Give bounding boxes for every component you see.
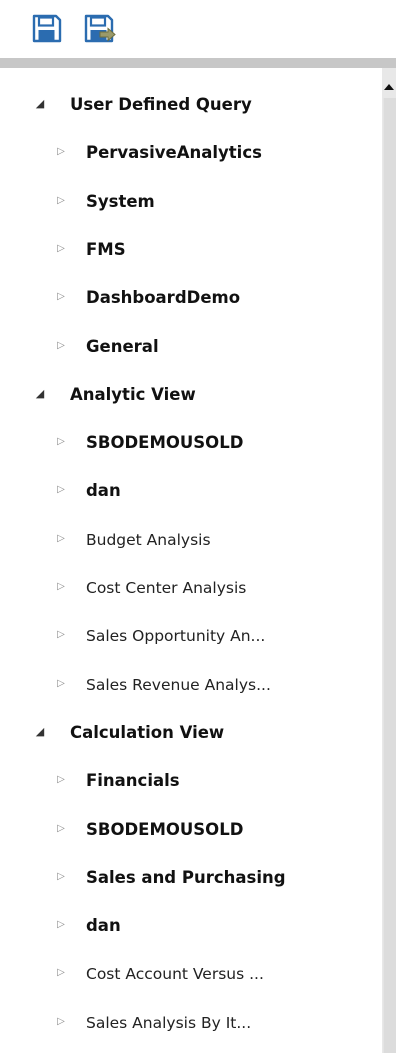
- tree-node-label: Financials: [86, 771, 180, 791]
- collapsed-arrow-icon[interactable]: ▷: [55, 338, 67, 354]
- collapsed-arrow-icon[interactable]: ▷: [55, 434, 67, 450]
- tree-node-item[interactable]: ▷ dan: [0, 470, 382, 514]
- tree-node-section[interactable]: ◢ User Defined Query: [0, 84, 382, 128]
- query-browser-panel: ◢ User Defined Query ▷ PervasiveAnalytics ▷ S…: [0, 0, 396, 1053]
- tree-node-item[interactable]: ▷ Financials: [0, 760, 382, 804]
- save-button[interactable]: [32, 13, 62, 43]
- tree-node-item[interactable]: ▷ System: [0, 181, 382, 225]
- tree-node-item[interactable]: ▷ DashboardDemo: [0, 277, 382, 321]
- tree-node-item[interactable]: ▷ FMS: [0, 229, 382, 273]
- tree-node-label: FMS: [86, 239, 126, 259]
- collapsed-arrow-icon[interactable]: ▷: [55, 289, 67, 305]
- tree-node-item[interactable]: ▷ Budget Analysis: [0, 519, 382, 563]
- tree-node-item[interactable]: ▷ Cost Center Analysis: [0, 567, 382, 611]
- tree-node-label: PervasiveAnalytics: [86, 143, 262, 163]
- scroll-up-button[interactable]: [382, 78, 396, 96]
- tree-node-label: Sales Revenue Analys...: [86, 675, 271, 694]
- tree-node-label: Sales and Purchasing: [86, 867, 286, 887]
- tree-node-item[interactable]: ▷ General: [0, 326, 382, 370]
- collapsed-arrow-icon[interactable]: ▷: [55, 531, 67, 547]
- tree-node-label: Calculation View: [70, 722, 225, 742]
- tree-node-label: SBODEMOUSOLD: [86, 433, 244, 453]
- toolbar: [0, 0, 396, 56]
- tree-node-label: System: [86, 191, 155, 211]
- tree-node-label: Budget Analysis: [86, 530, 211, 549]
- tree-node-label: Analytic View: [70, 384, 196, 404]
- collapsed-arrow-icon[interactable]: ▷: [55, 482, 67, 498]
- tree-node-item[interactable]: ▷ Sales and Purchasing: [0, 857, 382, 901]
- collapsed-arrow-icon[interactable]: ▷: [55, 627, 67, 643]
- save-as-button[interactable]: [84, 13, 116, 43]
- collapsed-arrow-icon[interactable]: ▷: [55, 772, 67, 788]
- tree-node-item[interactable]: ▷ Sales Analysis By It...: [0, 1002, 382, 1046]
- tree-node-label: dan: [86, 916, 121, 936]
- tree-node-item[interactable]: ▷ SBODEMOUSOLD: [0, 422, 382, 466]
- tree-node-item[interactable]: ▷ dan: [0, 905, 382, 949]
- expanded-arrow-icon[interactable]: ◢: [34, 96, 46, 112]
- tree-node-label: SBODEMOUSOLD: [86, 819, 244, 839]
- scroll-thumb[interactable]: [383, 98, 396, 1053]
- expanded-arrow-icon[interactable]: ◢: [34, 386, 46, 402]
- collapsed-arrow-icon[interactable]: ▷: [55, 144, 67, 160]
- tree-node-label: dan: [86, 481, 121, 501]
- expanded-arrow-icon[interactable]: ◢: [34, 724, 46, 740]
- tree-node-label: General: [86, 336, 159, 356]
- tree-node-item[interactable]: ▷ PervasiveAnalytics: [0, 132, 382, 176]
- query-tree: ◢ User Defined Query ▷ PervasiveAnalytics ▷ S…: [0, 68, 382, 1053]
- vertical-scrollbar[interactable]: [382, 68, 396, 1053]
- collapsed-arrow-icon[interactable]: ▷: [55, 917, 67, 933]
- tree-node-item[interactable]: ▷ Sales Revenue Analys...: [0, 664, 382, 708]
- collapsed-arrow-icon[interactable]: ▷: [55, 241, 67, 257]
- tree-node-item[interactable]: ▷ SBODEMOUSOLD: [0, 809, 382, 853]
- save-icon: [32, 14, 62, 43]
- collapsed-arrow-icon[interactable]: ▷: [55, 1014, 67, 1030]
- collapsed-arrow-icon[interactable]: ▷: [55, 676, 67, 692]
- collapsed-arrow-icon[interactable]: ▷: [55, 193, 67, 209]
- tree-node-label: User Defined Query: [70, 95, 252, 114]
- tree-node-label: DashboardDemo: [86, 288, 241, 308]
- tree-node-section[interactable]: ◢ Analytic View: [0, 374, 382, 418]
- collapsed-arrow-icon[interactable]: ▷: [55, 821, 67, 837]
- tree-node-section[interactable]: ◢ Calculation View: [0, 712, 382, 756]
- panel-splitter[interactable]: [0, 58, 396, 68]
- save-as-icon: [84, 14, 116, 43]
- tree-node-label: Cost Account Versus ...: [86, 965, 264, 984]
- collapsed-arrow-icon[interactable]: ▷: [55, 579, 67, 595]
- collapsed-arrow-icon[interactable]: ▷: [55, 869, 67, 885]
- tree-node-label: Sales Opportunity An...: [86, 627, 266, 646]
- tree-node-label: Sales Analysis By It...: [86, 1013, 252, 1032]
- tree-node-item[interactable]: ▷ Sales Opportunity An...: [0, 615, 382, 659]
- tree-node-item[interactable]: ▷ Cost Account Versus ...: [0, 953, 382, 997]
- collapsed-arrow-icon[interactable]: ▷: [55, 965, 67, 981]
- arrow-up-icon: [384, 84, 394, 90]
- tree-node-label: Cost Center Analysis: [86, 579, 247, 597]
